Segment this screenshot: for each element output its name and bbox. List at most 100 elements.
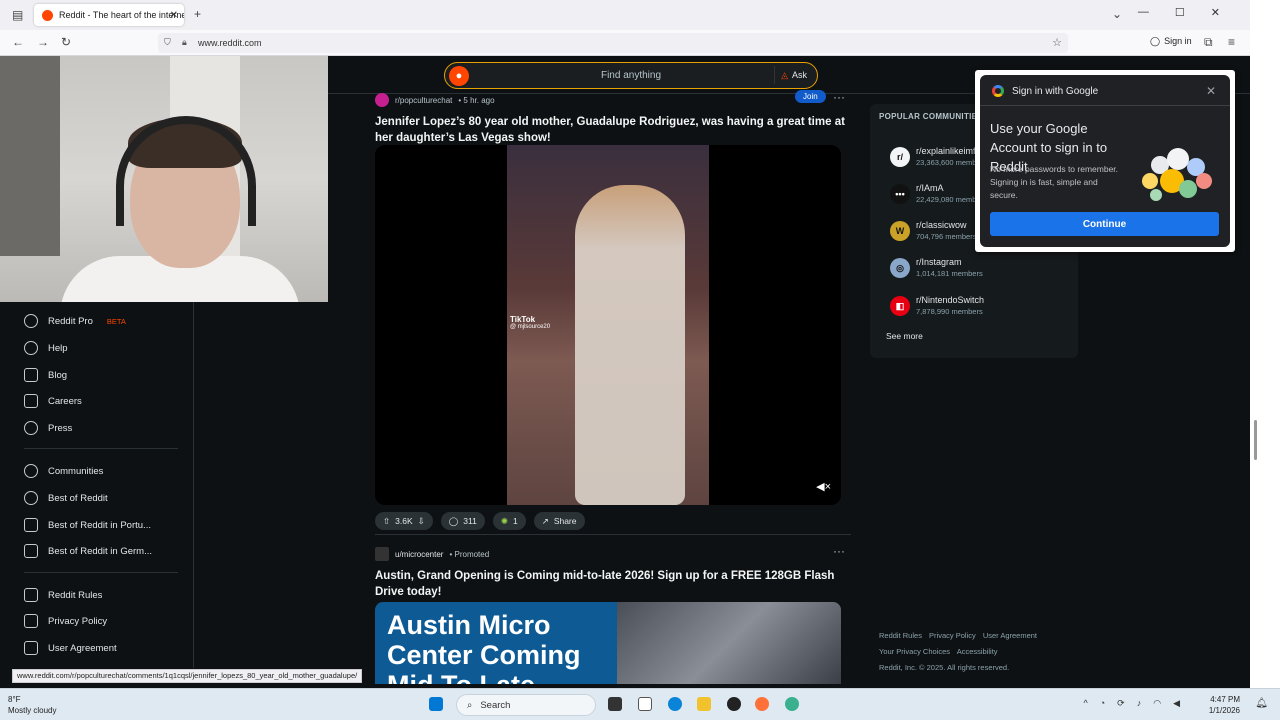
address-bar[interactable]: ⛉ 🔒︎ www.reddit.com ☆ <box>158 33 1068 53</box>
notification-bell-icon[interactable]: 🔔︎ <box>1255 698 1268 709</box>
taskbar-search[interactable]: ⌕ Search <box>456 694 596 716</box>
footer-link-agreement[interactable]: User Agreement <box>983 631 1037 640</box>
video-player[interactable]: TikTok @ mjlsource20 ◀× <box>375 145 841 505</box>
task-view-icon[interactable] <box>608 697 622 711</box>
footer-link-rules[interactable]: Reddit Rules <box>879 631 922 640</box>
tab-overflow-chevron-icon[interactable]: ⌄ <box>1112 7 1122 21</box>
sidebar-item-best-portuguese[interactable]: Best of Reddit in Portu... <box>24 512 151 538</box>
page-scrollbar-strip <box>1250 0 1280 688</box>
sidebar-item-label: Reddit Rules <box>48 589 103 601</box>
sidebar-item-communities[interactable]: Communities <box>24 458 103 484</box>
continue-button[interactable]: Continue <box>990 212 1219 236</box>
scrollbar-thumb[interactable] <box>1254 420 1257 460</box>
post-title[interactable]: Jennifer Lopez’s 80 year old mother, Gua… <box>375 114 845 146</box>
browser-tab-reddit[interactable]: Reddit - The heart of the internet ✕ <box>34 4 184 26</box>
reload-icon[interactable]: ↻ <box>61 35 71 49</box>
wifi-icon[interactable]: ◠ <box>1153 698 1161 709</box>
app-icon[interactable] <box>785 697 799 711</box>
obs-icon[interactable] <box>727 697 741 711</box>
reddit-logo-icon[interactable]: ● <box>449 66 469 86</box>
minimize-icon[interactable]: — <box>1138 6 1149 19</box>
sync-icon[interactable]: ⟳ <box>1117 698 1125 709</box>
maximize-icon[interactable]: ☐ <box>1175 6 1185 19</box>
more-options-icon[interactable]: ··· <box>833 90 845 104</box>
sidebar-item-help[interactable]: Help <box>24 335 68 361</box>
agreement-icon <box>24 641 38 655</box>
sidebar-item-label: Reddit Pro <box>48 315 93 327</box>
sidebar-item-label: Blog <box>48 369 68 381</box>
menu-icon[interactable]: ≡ <box>1228 35 1235 49</box>
firefox-icon[interactable] <box>755 697 769 711</box>
edge-icon[interactable] <box>668 697 682 711</box>
sign-in-button[interactable]: ◯ Sign in <box>1150 36 1192 47</box>
join-button[interactable]: Join <box>795 90 826 103</box>
comments-button[interactable]: ◯ 311 <box>440 512 485 530</box>
footer-link-accessibility[interactable]: Accessibility <box>957 647 998 656</box>
help-icon <box>24 341 38 355</box>
subreddit-name[interactable]: r/popculturechat <box>395 96 452 105</box>
downvote-icon[interactable]: ⇩ <box>418 516 425 527</box>
microphone-icon <box>24 421 38 435</box>
community-members: 7,878,990 members <box>916 307 983 316</box>
back-icon[interactable]: ← <box>12 35 24 49</box>
subreddit-avatar[interactable] <box>375 93 389 107</box>
windows-taskbar: 8°F Mostly cloudy ⌕ Search ^ ◔ ⟳ ♪ ◠ ◀ 4… <box>0 688 1280 720</box>
award-button[interactable]: ✺ 1 <box>492 512 526 530</box>
sidebar-item-press[interactable]: Press <box>24 415 72 441</box>
ask-button[interactable]: ◬ Ask <box>774 66 813 84</box>
see-more-link[interactable]: See more <box>886 331 923 341</box>
forward-icon[interactable]: → <box>37 35 49 49</box>
footer-link-privacy[interactable]: Privacy Policy <box>929 631 976 640</box>
search-input[interactable]: Find anything <box>601 70 661 81</box>
file-explorer-icon[interactable] <box>697 697 711 711</box>
share-button[interactable]: ↗ Share <box>533 512 585 530</box>
ad-image[interactable]: Austin Micro Center Coming Mid To Late <box>375 602 841 684</box>
mute-icon[interactable]: ◀× <box>816 480 831 493</box>
sidebar-item-blog[interactable]: Blog <box>24 362 67 388</box>
post-title[interactable]: Austin, Grand Opening is Coming mid-to-l… <box>375 568 845 600</box>
volume-icon[interactable]: ◀ <box>1173 698 1180 709</box>
tray-chevron-icon[interactable]: ^ <box>1084 698 1088 709</box>
sidebar-item-user-agreement[interactable]: User Agreement <box>24 635 117 661</box>
clock-date: 1/1/2026 <box>1208 706 1240 715</box>
extensions-icon[interactable]: ⧉ <box>1204 35 1213 50</box>
notepad-icon[interactable] <box>638 697 652 711</box>
sidebar-item-reddit-rules[interactable]: Reddit Rules <box>24 582 102 608</box>
feed: r/popculturechat • 5 hr. ago Join ··· Je… <box>375 90 851 684</box>
community-item[interactable]: Wr/classicwow 704,796 members <box>890 220 976 241</box>
advertiser-avatar[interactable] <box>375 547 389 561</box>
sidebar-item-privacy-policy[interactable]: Privacy Policy <box>24 608 107 634</box>
clock[interactable]: 4:47 PM 1/1/2026 <box>1209 694 1240 716</box>
start-icon[interactable] <box>429 697 443 711</box>
weather-widget[interactable]: 8°F Mostly cloudy <box>8 694 56 716</box>
new-tab-icon[interactable]: + <box>194 7 201 21</box>
community-item[interactable]: ◧ r/NintendoSwitch 7,878,990 members <box>890 295 984 316</box>
close-tab-icon[interactable]: ✕ <box>170 10 178 21</box>
community-avatar: ••• <box>890 183 910 204</box>
mic-icon[interactable]: ♪ <box>1137 698 1142 709</box>
upvote-icon[interactable]: ⇧ <box>383 516 390 527</box>
shield-icon[interactable]: ⛉ <box>164 37 171 48</box>
sidebar-item-best-of-reddit[interactable]: Best of Reddit <box>24 485 108 511</box>
advertiser-name[interactable]: u/microcenter <box>395 550 443 559</box>
ad-headline: Austin Micro Center Coming Mid To Late <box>387 610 581 684</box>
close-popup-icon[interactable]: ✕ <box>1206 84 1216 98</box>
community-item[interactable]: r/r/explainlikeimfive 23,363,600 members <box>890 146 987 167</box>
network-icon[interactable]: ◔ <box>1100 698 1105 709</box>
community-item[interactable]: ••• r/IAmA 22,429,080 members <box>890 183 987 204</box>
tab-list-icon[interactable]: ▤ <box>12 8 23 22</box>
popular-heading: POPULAR COMMUNITIES <box>879 112 983 121</box>
sidebar-item-reddit-pro[interactable]: Reddit Pro BETA <box>24 308 126 334</box>
community-item[interactable]: ◎ r/Instagram 1,014,181 members <box>890 257 983 278</box>
lock-icon[interactable]: 🔒︎ <box>182 37 187 48</box>
bookmark-star-icon[interactable]: ☆ <box>1052 36 1062 49</box>
sidebar-item-best-german[interactable]: Best of Reddit in Germ... <box>24 538 152 564</box>
book-icon <box>24 368 38 382</box>
close-window-icon[interactable]: ✕ <box>1211 6 1220 19</box>
more-options-icon[interactable]: ··· <box>833 544 845 558</box>
footer-link-privacy-choices[interactable]: Your Privacy Choices <box>879 647 950 656</box>
search-bar[interactable]: ● Find anything ◬ Ask <box>444 62 818 89</box>
sidebar-item-careers[interactable]: Careers <box>24 388 82 414</box>
vote-control: ⇧ 3.6K ⇩ <box>375 512 433 530</box>
post-meta: r/popculturechat • 5 hr. ago Join ··· <box>375 90 845 107</box>
